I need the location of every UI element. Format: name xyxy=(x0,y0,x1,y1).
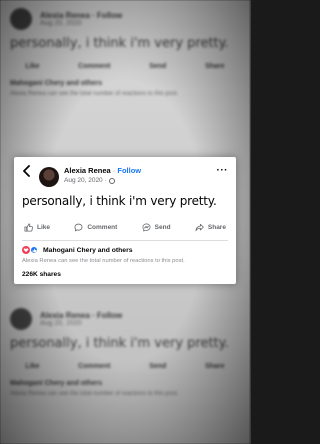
love-reaction-icon xyxy=(22,246,30,254)
action-bar: Like Comment Send Share xyxy=(14,219,236,235)
share-button[interactable]: Share xyxy=(195,219,226,235)
like-reaction-icon xyxy=(30,246,38,254)
globe-icon xyxy=(108,177,115,184)
post-meta: Aug 20, 2020 · xyxy=(64,177,115,184)
divider xyxy=(22,240,228,241)
background-visibility: Alexia Renea can see the total number of… xyxy=(10,91,179,97)
background-visibility: Alexia Renea can see the total number of… xyxy=(10,391,179,397)
follow-button[interactable]: Follow xyxy=(117,166,141,175)
back-arrow-icon[interactable] xyxy=(22,165,32,177)
send-label: Send xyxy=(154,223,171,231)
background-author: Alexia Renea · Follow xyxy=(40,311,123,320)
share-icon xyxy=(195,223,204,231)
comment-label: Comment xyxy=(87,223,118,231)
post-date[interactable]: Aug 20, 2020 · xyxy=(64,177,107,184)
post-card: Alexia Renea · Follow Aug 20, 2020 · ···… xyxy=(14,157,236,284)
background-reactions: Mahogani Chery and others xyxy=(10,380,103,387)
like-icon xyxy=(24,222,33,232)
share-label: Share xyxy=(207,223,226,231)
background-reactions: Mahogani Chery and others xyxy=(10,80,103,87)
post-header: Alexia Renea · Follow Aug 20, 2020 · ··· xyxy=(14,157,236,187)
author-line: Alexia Renea · Follow xyxy=(64,166,141,175)
author-name[interactable]: Alexia Renea xyxy=(64,166,111,175)
reactions-summary[interactable]: Mahogani Chery and others xyxy=(22,246,133,254)
background-date: Aug 20, 2020 xyxy=(40,20,82,27)
like-button[interactable]: Like xyxy=(24,219,50,235)
reactions-label: Mahogani Chery and others xyxy=(43,246,133,254)
background-post-bottom: Alexia Renea · Follow Aug 20, 2020 perso… xyxy=(0,300,250,397)
post-text: personally, i think i'm very pretty. xyxy=(22,194,217,208)
author-separator: · xyxy=(112,166,116,175)
background-post-text: personally, i think i'm very pretty. xyxy=(10,336,229,351)
shares-count[interactable]: 226K shares xyxy=(22,271,61,278)
visibility-note: Alexia Renea can see the total number of… xyxy=(22,258,185,264)
like-label: Like xyxy=(37,223,51,231)
background-date: Aug 20, 2020 xyxy=(40,320,82,327)
comment-button[interactable]: Comment xyxy=(74,219,117,235)
comment-icon xyxy=(74,223,83,231)
background-post-top: Alexia Renea · Follow Aug 20, 2020 perso… xyxy=(0,0,250,97)
more-icon[interactable]: ··· xyxy=(217,166,229,176)
background-avatar xyxy=(10,8,32,30)
background-actions: Like Comment Send Share xyxy=(25,63,225,70)
avatar[interactable] xyxy=(39,167,59,187)
background-author: Alexia Renea · Follow xyxy=(40,11,123,20)
background-avatar xyxy=(10,308,32,330)
send-icon xyxy=(142,223,151,231)
background-post-text: personally, i think i'm very pretty. xyxy=(10,36,229,51)
send-button[interactable]: Send xyxy=(142,219,171,235)
watermark: @alixmeru xyxy=(124,276,163,283)
background-actions: Like Comment Send Share xyxy=(25,363,225,370)
